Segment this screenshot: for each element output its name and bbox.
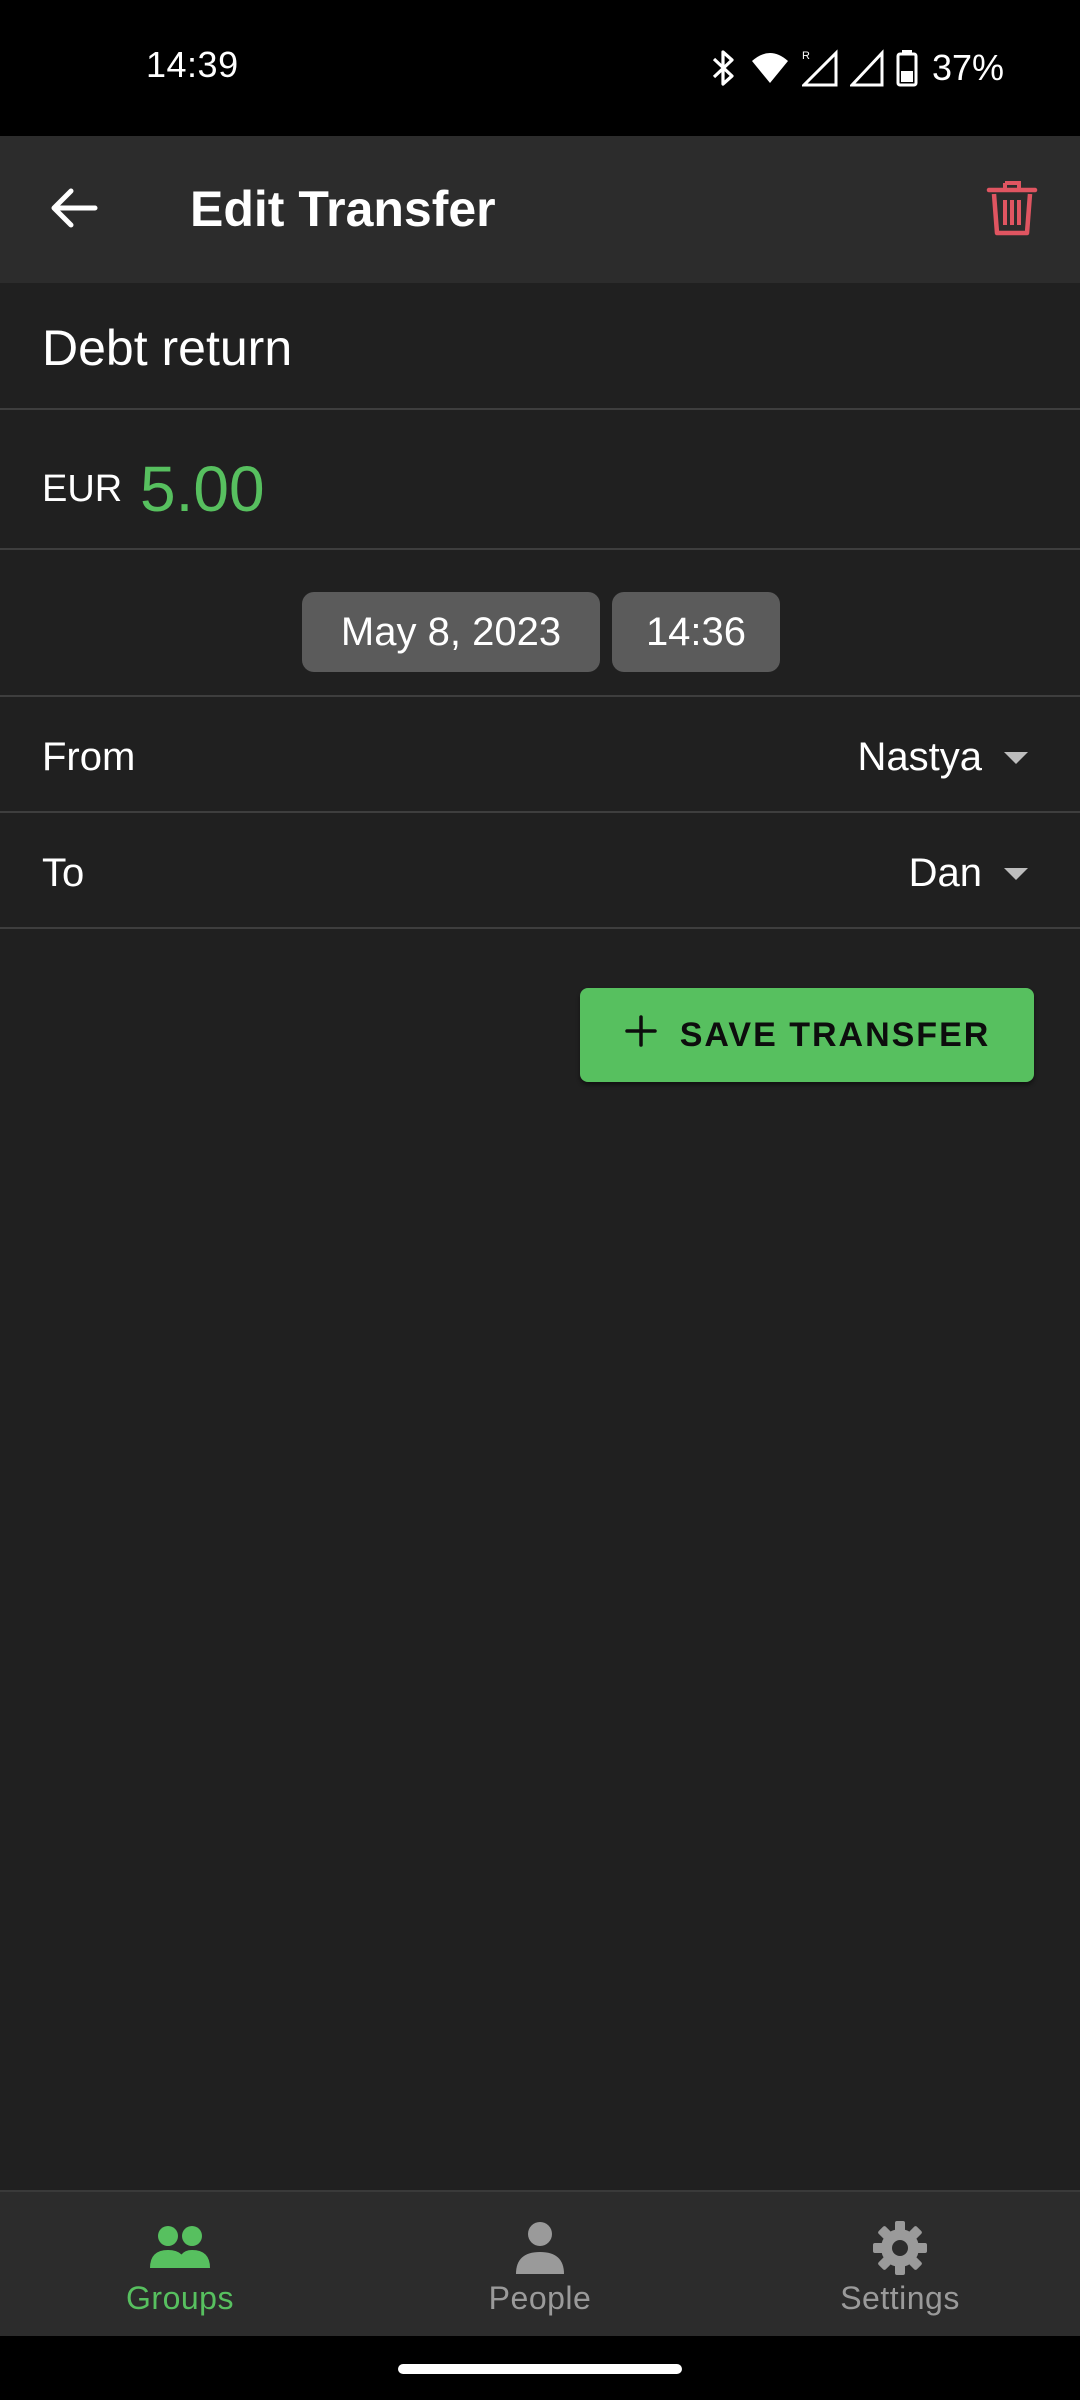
- home-handle[interactable]: [398, 2364, 682, 2374]
- from-select[interactable]: From Nastya: [0, 697, 1080, 813]
- date-time-row: May 8, 2023 14:36: [0, 550, 1080, 697]
- status-bar: 14:39 R 37%: [0, 0, 1080, 136]
- signal-icon: [849, 49, 884, 87]
- person-icon: [512, 2220, 568, 2276]
- app-bar: Edit Transfer: [0, 136, 1080, 283]
- bluetooth-icon: [710, 48, 738, 88]
- save-transfer-button[interactable]: SAVE TRANSFER: [580, 988, 1034, 1082]
- nav-item-settings[interactable]: Settings: [720, 2192, 1080, 2338]
- delete-button[interactable]: [974, 172, 1050, 248]
- from-value: Nastya: [857, 735, 983, 779]
- gear-icon: [871, 2220, 929, 2276]
- to-dropdown[interactable]: Dan: [909, 851, 1028, 896]
- amount-value[interactable]: 5.00: [140, 452, 265, 526]
- to-value: Dan: [908, 851, 982, 895]
- from-label: From: [42, 735, 136, 779]
- battery-percent: 37%: [931, 47, 1004, 88]
- amount-field[interactable]: EUR 5.00: [0, 410, 1080, 550]
- bottom-navigation: Groups People Settings: [0, 2190, 1080, 2336]
- nav-item-people[interactable]: People: [360, 2192, 720, 2338]
- trash-icon: [986, 179, 1038, 242]
- nav-item-groups[interactable]: Groups: [0, 2192, 360, 2338]
- signal-roaming-icon: R: [801, 49, 838, 87]
- transfer-title-value: Debt return: [42, 320, 293, 376]
- nav-label-settings: Settings: [840, 2280, 960, 2316]
- nav-label-people: People: [488, 2280, 592, 2316]
- groups-icon: [148, 2220, 212, 2276]
- status-icons: R 37%: [710, 44, 1004, 92]
- page-title: Edit Transfer: [190, 181, 496, 237]
- save-transfer-label: SAVE TRANSFER: [679, 1015, 991, 1054]
- dropdown-caret-icon: [1004, 867, 1028, 880]
- plus-icon: [624, 1014, 658, 1057]
- svg-text:R: R: [802, 50, 810, 62]
- currency-label[interactable]: EUR: [42, 468, 122, 511]
- to-label: To: [42, 851, 85, 895]
- to-select[interactable]: To Dan: [0, 813, 1080, 929]
- battery-icon: [896, 49, 918, 87]
- back-button[interactable]: [30, 172, 118, 248]
- status-time: 14:39: [146, 44, 239, 85]
- time-picker-button[interactable]: 14:36: [612, 592, 780, 672]
- from-dropdown[interactable]: Nastya: [857, 735, 1028, 780]
- date-picker-button[interactable]: May 8, 2023: [302, 592, 600, 672]
- dropdown-caret-icon: [1004, 751, 1028, 764]
- arrow-left-icon: [49, 186, 99, 235]
- nav-label-groups: Groups: [126, 2280, 234, 2316]
- transfer-title-field[interactable]: Debt return: [0, 283, 1080, 410]
- wifi-icon: [750, 51, 790, 85]
- gesture-bar: [0, 2336, 1080, 2400]
